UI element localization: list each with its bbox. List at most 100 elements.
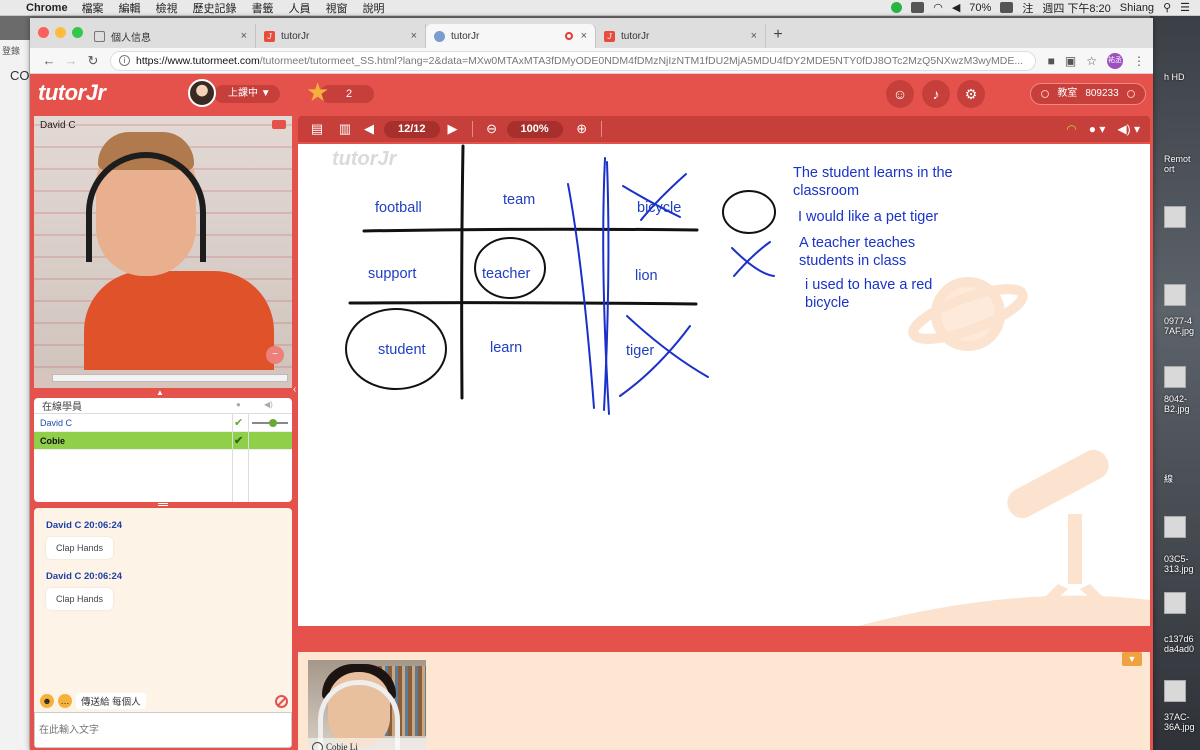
desktop-file-label[interactable]: da4ad0 (1164, 644, 1200, 654)
menubar-item-view[interactable]: 檢視 (156, 0, 178, 16)
class-status-dropdown[interactable]: 上課中 ▼ (214, 85, 280, 103)
speaker-icon[interactable]: ◀) ▾ (1117, 122, 1140, 136)
whiteboard-canvas[interactable]: tutorJr football team bicycle support te… (298, 144, 1150, 626)
battery-icon[interactable] (1000, 2, 1014, 13)
resize-handle[interactable] (158, 503, 168, 506)
block-icon[interactable] (275, 694, 288, 708)
send-to-selector[interactable]: 傳送給 每個人 (76, 693, 146, 709)
document-download-icon[interactable]: ▥ (336, 120, 354, 138)
chrome-menu-icon[interactable]: ⋮ (1133, 54, 1145, 68)
desktop-file-label[interactable]: 8042- (1164, 394, 1200, 404)
input-method[interactable]: 注 (1022, 0, 1033, 16)
desktop-file-label[interactable]: 線 (1164, 474, 1200, 484)
desktop-file-thumb[interactable] (1164, 516, 1186, 538)
quick-phrase-icon[interactable]: … (58, 694, 72, 708)
desktop-file-thumb[interactable] (1164, 680, 1186, 702)
desktop-file-thumb[interactable] (1164, 366, 1186, 388)
close-window-button[interactable] (38, 27, 49, 38)
bookmark-star-icon[interactable]: ☆ (1086, 54, 1097, 68)
desktop-file-label[interactable]: ort (1164, 164, 1200, 174)
zoom-out-button[interactable]: ⊖ (483, 120, 501, 138)
menubar-app-name[interactable]: Chrome (26, 2, 68, 14)
next-page-button[interactable]: ▶ (444, 120, 462, 138)
tab-tutorjr-active[interactable]: tutorJr × (426, 24, 596, 48)
back-button[interactable]: ← (38, 53, 60, 68)
menubar-item-window[interactable]: 視窗 (326, 0, 348, 16)
microphone-icon[interactable]: ● ▾ (1089, 122, 1106, 136)
chevron-up-icon[interactable]: ▲ (156, 388, 164, 397)
timemachine-icon[interactable] (911, 2, 925, 13)
menubar-item-people[interactable]: 人員 (289, 0, 311, 16)
gear-icon[interactable]: ⚙ (957, 80, 985, 108)
world-icon (434, 30, 445, 42)
desktop-file-thumb[interactable] (1164, 592, 1186, 614)
volume-slider[interactable] (252, 419, 288, 427)
zoom-out-icon[interactable]: − (266, 346, 284, 364)
volume-icon[interactable]: ◀ (952, 1, 960, 14)
desktop-file-label[interactable]: 03C5- (1164, 554, 1200, 564)
wifi-icon[interactable]: ◠ (933, 1, 943, 14)
slider-knob[interactable] (269, 419, 277, 427)
zoom-in-button[interactable]: ⊕ (573, 120, 591, 138)
minimize-window-button[interactable] (55, 27, 66, 38)
emoji-icon[interactable]: ☻ (40, 694, 54, 708)
telescope-decoration (858, 449, 1150, 626)
desktop-file-label[interactable]: 313.jpg (1164, 564, 1200, 574)
avatar[interactable] (188, 79, 216, 107)
tab-close-button[interactable]: × (411, 30, 417, 42)
whiteboard-toolbar: ▤ ▥ ◀ 12/12 ▶ ⊖ 100% ⊕ ◠ ● ▾ ◀) ▾ (298, 116, 1150, 142)
desktop-file-label[interactable]: Remot (1164, 154, 1200, 164)
window-controls (38, 27, 83, 38)
menubar-item-file[interactable]: 檔案 (82, 0, 104, 16)
tab-close-button[interactable]: × (751, 30, 757, 42)
url-path: /tutormeet/tutormeet_SS.html?lang=2&data… (259, 54, 1024, 67)
chevron-down-icon[interactable]: ▼ (1122, 652, 1142, 666)
line-icon[interactable] (891, 2, 903, 13)
profile-avatar[interactable]: 祐丞 (1107, 52, 1123, 69)
student-row[interactable]: Cobie ✔ (34, 432, 292, 450)
reload-button[interactable]: ↻ (82, 53, 104, 69)
menubar-item-edit[interactable]: 編輯 (119, 0, 141, 16)
send-to-label: 傳送給 (81, 697, 110, 708)
desktop-file-label[interactable]: 36A.jpg (1164, 722, 1200, 732)
prev-page-button[interactable]: ◀ (360, 120, 378, 138)
tab-tutorjr-1[interactable]: J tutorJr × (256, 24, 426, 48)
chevron-left-icon[interactable]: ‹ (293, 384, 296, 395)
desktop-file-label[interactable]: B2.jpg (1164, 404, 1200, 414)
chat-input[interactable] (34, 712, 292, 748)
new-tab-button[interactable]: + (766, 24, 790, 48)
desktop-file-label[interactable]: c137d6 (1164, 634, 1200, 644)
address-bar[interactable]: i https://www.tutormeet.com /tutormeet/t… (110, 50, 1036, 71)
student-name: David C (40, 417, 73, 428)
menubar-item-bookmarks[interactable]: 書籤 (252, 0, 274, 16)
student-row[interactable]: David C ✔ (34, 414, 292, 432)
desktop-file-label[interactable]: 7AF.jpg (1164, 326, 1200, 336)
notification-center-icon[interactable]: ☰ (1180, 1, 1190, 14)
translate-icon[interactable]: ▣ (1065, 54, 1076, 68)
document-icon[interactable]: ▤ (308, 120, 326, 138)
tab-profile[interactable]: 個人信息 × (86, 24, 256, 48)
menubar-item-help[interactable]: 說明 (363, 0, 385, 16)
battery-percent[interactable]: 70% (969, 2, 991, 14)
volume-track[interactable] (52, 374, 288, 382)
tab-close-button[interactable]: × (581, 30, 587, 42)
zoom-window-button[interactable] (72, 27, 83, 38)
help-icon[interactable]: ☺ (886, 80, 914, 108)
forward-button[interactable]: → (60, 53, 82, 68)
desktop-file-thumb[interactable] (1164, 206, 1186, 228)
camera-icon[interactable]: ■ (1048, 54, 1055, 68)
menubar-clock[interactable]: 週四 下午8:20 (1042, 0, 1110, 16)
tab-close-button[interactable]: × (241, 30, 247, 42)
site-info-icon[interactable]: i (119, 55, 130, 66)
desktop-file-label[interactable]: 0977-4 (1164, 316, 1200, 326)
bell-icon[interactable]: ♪ (922, 80, 950, 108)
desktop-file-label[interactable]: h HD (1164, 72, 1200, 82)
blue-pen-marks (567, 157, 775, 415)
menubar-item-history[interactable]: 歷史記錄 (193, 0, 237, 16)
desktop-file-label[interactable]: 37AC- (1164, 712, 1200, 722)
desktop-file-thumb[interactable] (1164, 284, 1186, 306)
spotlight-icon[interactable]: ⚲ (1163, 1, 1171, 14)
menubar-user[interactable]: Shiang (1120, 2, 1154, 14)
tab-label: tutorJr (281, 30, 310, 42)
tab-tutorjr-3[interactable]: J tutorJr × (596, 24, 766, 48)
